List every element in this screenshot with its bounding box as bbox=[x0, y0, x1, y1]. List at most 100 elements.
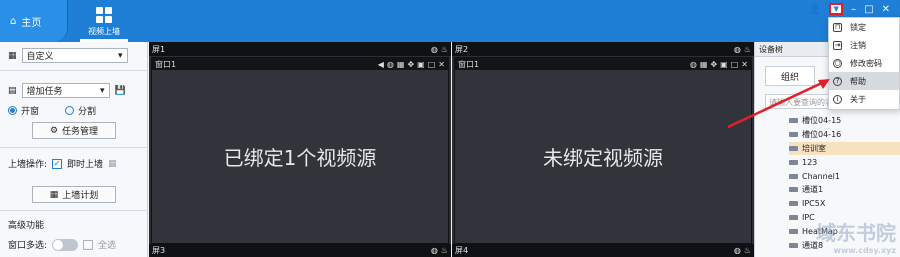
radio-split[interactable] bbox=[65, 106, 75, 115]
move-icon[interactable]: ✥ bbox=[710, 60, 717, 69]
window-title: 窗口1 bbox=[458, 59, 480, 69]
menu-item-label: 修改密码 bbox=[850, 58, 882, 68]
screen-title: 屏2 bbox=[455, 44, 469, 54]
left-panel: ▦ 自定义 ▾ ▤ 增加任务 ▾ 💾 开窗 分割 ⚙ 任务管理 上墙操作: ✓ … bbox=[0, 42, 148, 257]
globe-icon[interactable]: ◍ bbox=[387, 60, 394, 69]
tree-item[interactable]: 槽位04-15 bbox=[789, 114, 900, 128]
grid-icon[interactable]: ▦ bbox=[397, 60, 405, 69]
tree-item[interactable]: 槽位04-16 bbox=[789, 128, 900, 142]
screen-1[interactable]: 屏1 ◍ ♨ 窗口1 ◀ ◍ ▦ ✥ ▣ □ ✕ 已绑定1个视频源 屏3 ◍ ♨ bbox=[149, 42, 451, 257]
globe-icon[interactable]: ◍ bbox=[734, 45, 741, 54]
watermark: 域东书院 www.cdsy.xyz bbox=[816, 217, 896, 255]
screen-footer: 屏4 ◍ ♨ bbox=[452, 244, 754, 257]
video-wall-tab[interactable]: 视频上墙 bbox=[80, 0, 128, 42]
tree-item-label: 培训室 bbox=[802, 143, 826, 153]
plan-select-value: 自定义 bbox=[26, 52, 54, 62]
home-tab[interactable]: ⌂ 主页 bbox=[0, 0, 68, 42]
home-icon: ⌂ bbox=[10, 15, 17, 27]
camera-icon bbox=[789, 228, 798, 234]
tree-item[interactable]: 123 bbox=[789, 155, 900, 169]
plan-select[interactable]: 自定义 ▾ bbox=[21, 48, 128, 63]
globe-icon[interactable]: ◍ bbox=[431, 246, 438, 255]
gear-icon: ⚙ bbox=[49, 125, 59, 136]
user-icon[interactable]: 👤 bbox=[809, 4, 821, 15]
save-icon[interactable]: 💾 bbox=[115, 86, 126, 96]
volume-icon[interactable]: ◀ bbox=[378, 60, 384, 69]
maximize-icon[interactable]: □ bbox=[731, 60, 739, 69]
menu-item-label: 锁定 bbox=[850, 22, 866, 32]
close-button[interactable]: ✕ bbox=[882, 4, 890, 15]
video-window[interactable]: 窗口1 ◍ ▦ ✥ ▣ □ ✕ 未绑定视频源 bbox=[454, 57, 752, 244]
video-wall-tab-label: 视频上墙 bbox=[88, 27, 120, 36]
menu-item-help[interactable]: ? 帮助 bbox=[829, 72, 899, 90]
instant-wall-checkbox[interactable]: ✓ bbox=[52, 158, 63, 169]
advanced-label: 高级功能 bbox=[8, 221, 45, 231]
task-manage-button[interactable]: ⚙ 任务管理 bbox=[32, 122, 116, 139]
screen-footer: 屏3 ◍ ♨ bbox=[149, 244, 451, 257]
menu-item-about[interactable]: i 关于 bbox=[829, 90, 899, 108]
wall-op-label: 上墙操作: bbox=[8, 160, 48, 170]
window-title: 窗口1 bbox=[155, 59, 177, 69]
home-tab-label: 主页 bbox=[21, 17, 42, 29]
multi-window-toggle[interactable] bbox=[52, 238, 79, 251]
task-select[interactable]: 增加任务 ▾ bbox=[21, 83, 110, 98]
globe-icon[interactable]: ◍ bbox=[734, 246, 741, 255]
watermark-url: www.cdsy.xyz bbox=[833, 246, 896, 255]
tree-item-label: 槽位04-16 bbox=[802, 130, 842, 140]
window-header: 窗口1 ◀ ◍ ▦ ✥ ▣ □ ✕ bbox=[152, 58, 448, 70]
window-status-text: 未绑定视频源 bbox=[543, 146, 663, 170]
maximize-button[interactable]: □ bbox=[864, 4, 873, 15]
globe-icon[interactable]: ◍ bbox=[431, 45, 438, 54]
grid-icon bbox=[96, 7, 112, 23]
close-icon[interactable]: ✕ bbox=[438, 60, 445, 69]
video-window[interactable]: 窗口1 ◀ ◍ ▦ ✥ ▣ □ ✕ 已绑定1个视频源 bbox=[151, 57, 449, 244]
menu-item-label: 关于 bbox=[850, 94, 866, 104]
tab-organization[interactable]: 组织 bbox=[765, 66, 815, 86]
top-bar: ⌂ 主页 视频上墙 👤 ▼ – □ ✕ bbox=[0, 0, 900, 42]
globe-icon[interactable]: ◍ bbox=[690, 60, 697, 69]
menu-item-change-password[interactable]: ○ 修改密码 bbox=[829, 54, 899, 72]
screen-header: 屏2 ◍ ♨ bbox=[452, 42, 754, 56]
menu-item-label: 帮助 bbox=[850, 76, 866, 86]
divider bbox=[0, 147, 148, 148]
help-icon: ? bbox=[833, 76, 842, 86]
layout-icon: ▦ bbox=[8, 50, 17, 61]
screen-title: 屏1 bbox=[152, 44, 166, 54]
tree-item-selected[interactable]: 培训室 bbox=[789, 141, 900, 156]
split-icon[interactable]: ▣ bbox=[417, 60, 425, 69]
screen-2[interactable]: 屏2 ◍ ♨ 窗口1 ◍ ▦ ✥ ▣ □ ✕ 未绑定视频源 屏4 ◍ ♨ bbox=[452, 42, 754, 257]
next-screen-title: 屏3 bbox=[152, 246, 166, 255]
broom-icon[interactable]: ♨ bbox=[441, 45, 448, 54]
broom-icon[interactable]: ♨ bbox=[744, 45, 751, 54]
camera-icon bbox=[789, 187, 798, 193]
move-icon[interactable]: ✥ bbox=[407, 60, 414, 69]
grid-icon[interactable]: ▦ bbox=[700, 60, 708, 69]
info-icon: i bbox=[833, 94, 842, 104]
maximize-icon[interactable]: □ bbox=[428, 60, 436, 69]
task-select-value: 增加任务 bbox=[26, 87, 63, 97]
wall-plan-button[interactable]: ▦ 上墙计划 bbox=[32, 186, 116, 203]
layout-icon[interactable]: ▦ bbox=[108, 159, 117, 169]
multi-window-label: 窗口多选: bbox=[8, 241, 48, 251]
tree-item[interactable]: Channel1 bbox=[789, 169, 900, 183]
close-icon[interactable]: ✕ bbox=[741, 60, 748, 69]
broom-icon[interactable]: ♨ bbox=[744, 246, 751, 255]
camera-icon bbox=[789, 173, 798, 179]
instant-wall-label: 即时上墙 bbox=[67, 160, 104, 170]
tree-item[interactable]: 通道1 bbox=[789, 183, 900, 197]
dropdown-menu-button[interactable]: ▼ bbox=[829, 3, 844, 15]
tree-item[interactable]: IPC5X bbox=[789, 197, 900, 211]
minimize-button[interactable]: – bbox=[851, 4, 856, 15]
split-icon[interactable]: ▣ bbox=[720, 60, 728, 69]
broom-icon[interactable]: ♨ bbox=[441, 246, 448, 255]
radio-open-window[interactable] bbox=[8, 106, 17, 115]
menu-item-label: 注销 bbox=[850, 40, 866, 50]
screen-header: 屏1 ◍ ♨ bbox=[149, 42, 451, 56]
tree-item-label: 通道1 bbox=[802, 185, 824, 195]
menu-item-lock[interactable]: ⊓ 锁定 bbox=[829, 18, 899, 36]
menu-item-logout[interactable]: ⇥ 注销 bbox=[829, 36, 899, 54]
camera-icon bbox=[789, 118, 798, 124]
select-all-checkbox[interactable] bbox=[83, 239, 94, 250]
tree-item-label: 123 bbox=[802, 157, 818, 167]
chevron-down-icon: ▾ bbox=[117, 50, 123, 61]
